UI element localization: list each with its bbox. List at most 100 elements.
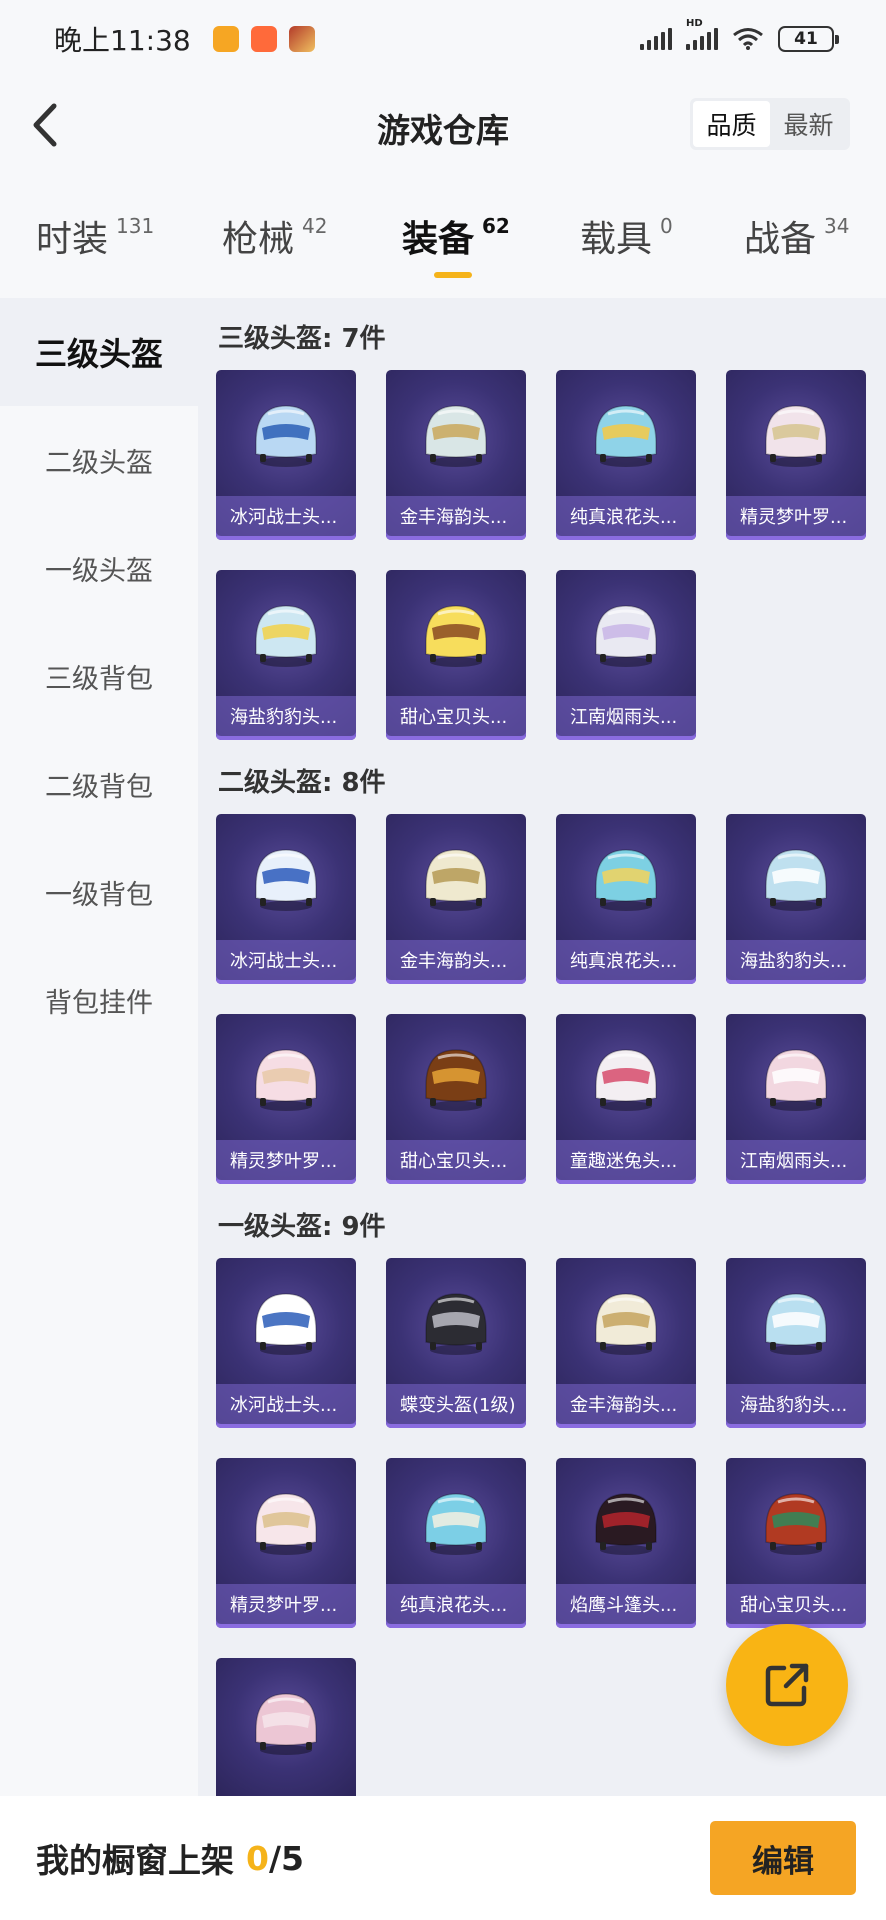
sidebar-item-level3-helmet[interactable]: 三级头盔 xyxy=(0,298,198,406)
item-name-bar: 冰河战士头... xyxy=(216,1384,356,1424)
item-name: 纯真浪花头... xyxy=(400,1595,508,1616)
item-name-bar: 蝶变头盔(1级) xyxy=(386,1384,526,1424)
rarity-strip xyxy=(386,1180,526,1184)
item-card[interactable]: 甜心宝贝头... xyxy=(386,1014,526,1184)
helmet-icon xyxy=(255,605,317,667)
item-card[interactable]: 冰河战士头... xyxy=(216,1258,356,1428)
header: 游戏仓库 品质 最新 xyxy=(0,90,886,160)
rarity-strip xyxy=(216,1180,356,1184)
helmet-icon xyxy=(425,1493,487,1555)
sort-quality-button[interactable]: 品质 xyxy=(693,101,770,147)
showcase-count: 0/5 xyxy=(246,1838,304,1878)
item-card[interactable]: 纯真浪花头... xyxy=(556,814,696,984)
item-card[interactable]: 纯真浪花头... xyxy=(556,370,696,540)
item-card[interactable]: 冰河战士头... xyxy=(216,370,356,540)
helmet-icon xyxy=(765,1293,827,1355)
item-card[interactable]: 金丰海韵头... xyxy=(386,814,526,984)
item-name-bar: 甜心宝贝头... xyxy=(386,1140,526,1180)
item-name-bar: 江南烟雨头... xyxy=(726,1140,866,1180)
item-card[interactable]: 精灵梦叶罗... xyxy=(216,1458,356,1628)
item-name: 焰鹰斗篷头... xyxy=(570,1595,678,1616)
sidebar-item-level1-helmet[interactable]: 一级头盔 xyxy=(0,514,198,622)
rarity-strip xyxy=(216,1624,356,1628)
item-card[interactable]: 甜心宝贝头... xyxy=(726,1458,866,1628)
item-name: 金丰海韵头... xyxy=(570,1395,678,1416)
sidebar-item-backpack-charm[interactable]: 背包挂件 xyxy=(0,946,198,1054)
item-name-bar: 海盐豹豹头... xyxy=(726,1384,866,1424)
item-name-bar: 焰鹰斗篷头... xyxy=(556,1584,696,1624)
rarity-strip xyxy=(386,536,526,540)
item-name: 海盐豹豹头... xyxy=(230,707,338,728)
sort-newest-button[interactable]: 最新 xyxy=(770,101,847,147)
notification-app-icon xyxy=(250,26,277,52)
item-card[interactable]: 冰河战士头... xyxy=(216,814,356,984)
sidebar-item-level1-backpack[interactable]: 一级背包 xyxy=(0,838,198,946)
sidebar-item-level2-helmet[interactable]: 二级头盔 xyxy=(0,406,198,514)
item-card[interactable]: 精灵梦叶罗... xyxy=(216,1014,356,1184)
rarity-strip xyxy=(556,1624,696,1628)
item-name-bar: 精灵梦叶罗... xyxy=(726,496,866,536)
sort-toggle: 品质 最新 xyxy=(690,98,850,150)
helmet-icon xyxy=(765,849,827,911)
helmet-icon xyxy=(255,1493,317,1555)
helmet-icon xyxy=(255,1693,317,1755)
showcase-bar: 我的橱窗上架 0/5 编辑 xyxy=(0,1796,886,1920)
item-grid-panel: 三级头盔: 7件 冰河战士头... 金丰海韵头... 纯真浪花头... 精灵梦叶罗..… xyxy=(198,298,886,1798)
item-card[interactable]: 童趣迷兔头... xyxy=(556,1014,696,1184)
item-card[interactable]: 海盐豹豹头... xyxy=(726,1258,866,1428)
tab-equipment[interactable]: 装备 62 xyxy=(402,210,510,262)
item-card[interactable]: 纯真浪花头... xyxy=(386,1458,526,1628)
helmet-icon xyxy=(595,1493,657,1555)
section-title-level3: 三级头盔: 7件 xyxy=(218,324,386,354)
rarity-strip xyxy=(216,980,356,984)
tab-weapons[interactable]: 枪械 42 xyxy=(222,210,327,262)
item-card[interactable]: 海盐豹豹头... xyxy=(216,570,356,740)
helmet-icon xyxy=(255,1049,317,1111)
item-name-bar: 金丰海韵头... xyxy=(386,496,526,536)
item-card[interactable]: 甜心宝贝头... xyxy=(386,570,526,740)
helmet-icon xyxy=(595,405,657,467)
item-name: 甜心宝贝头... xyxy=(400,1151,508,1172)
item-card[interactable]: 江南烟雨头... xyxy=(726,1014,866,1184)
item-name-bar: 冰河战士头... xyxy=(216,496,356,536)
edit-button[interactable]: 编辑 xyxy=(710,1821,856,1895)
helmet-icon xyxy=(595,849,657,911)
item-name-bar: 金丰海韵头... xyxy=(386,940,526,980)
item-card[interactable]: 金丰海韵头... xyxy=(556,1258,696,1428)
item-name: 金丰海韵头... xyxy=(400,951,508,972)
item-name: 纯真浪花头... xyxy=(570,507,678,528)
tab-fashion[interactable]: 时装 131 xyxy=(36,210,154,262)
tab-supplies[interactable]: 战备 34 xyxy=(744,210,849,262)
item-name-bar: 纯真浪花头... xyxy=(556,940,696,980)
item-name: 冰河战士头... xyxy=(230,507,338,528)
item-card[interactable] xyxy=(216,1658,356,1798)
sidebar-item-level2-backpack[interactable]: 二级背包 xyxy=(0,730,198,838)
tab-vehicles[interactable]: 载具 0 xyxy=(580,210,673,262)
rarity-strip xyxy=(726,536,866,540)
item-name: 冰河战士头... xyxy=(230,951,338,972)
status-bar: 晚上11:38 HD 41 xyxy=(0,0,886,78)
helmet-icon xyxy=(425,849,487,911)
rarity-strip xyxy=(556,1424,696,1428)
item-card[interactable]: 蝶变头盔(1级) xyxy=(386,1258,526,1428)
helmet-icon xyxy=(425,605,487,667)
item-name: 金丰海韵头... xyxy=(400,507,508,528)
item-card[interactable]: 金丰海韵头... xyxy=(386,370,526,540)
item-name: 冰河战士头... xyxy=(230,1395,338,1416)
item-name: 海盐豹豹头... xyxy=(740,1395,848,1416)
helmet-icon xyxy=(595,605,657,667)
item-name-bar: 冰河战士头... xyxy=(216,940,356,980)
item-card[interactable]: 江南烟雨头... xyxy=(556,570,696,740)
item-card[interactable]: 精灵梦叶罗... xyxy=(726,370,866,540)
rarity-strip xyxy=(726,1424,866,1428)
helmet-icon xyxy=(765,1493,827,1555)
sidebar-item-level3-backpack[interactable]: 三级背包 xyxy=(0,622,198,730)
item-card[interactable]: 焰鹰斗篷头... xyxy=(556,1458,696,1628)
item-name: 精灵梦叶罗... xyxy=(740,507,848,528)
rarity-strip xyxy=(386,980,526,984)
item-name: 纯真浪花头... xyxy=(570,951,678,972)
share-fab-button[interactable] xyxy=(726,1624,848,1746)
item-card[interactable]: 海盐豹豹头... xyxy=(726,814,866,984)
item-name-bar: 甜心宝贝头... xyxy=(386,696,526,736)
rarity-strip xyxy=(726,1180,866,1184)
